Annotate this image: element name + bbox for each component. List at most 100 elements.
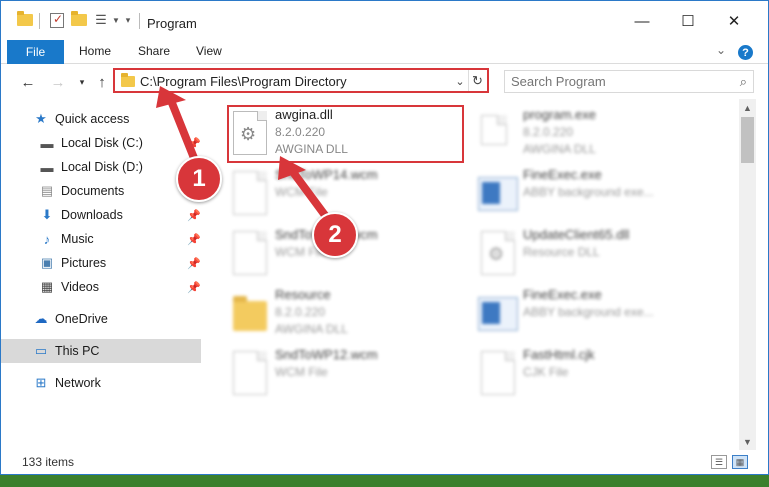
- divider: [139, 13, 140, 29]
- sidebar-item-videos[interactable]: ▦ Videos 📌: [1, 275, 201, 299]
- pictures-icon: ▣: [40, 255, 54, 270]
- search-input[interactable]: [511, 71, 711, 92]
- exe-file-icon: [478, 111, 518, 157]
- sidebar-item-onedrive[interactable]: ☁ OneDrive: [1, 307, 201, 331]
- file-version: 8.2.0.220: [523, 125, 574, 139]
- minimize-button[interactable]: —: [619, 7, 665, 35]
- file-description: ABBY background exe...: [523, 305, 654, 319]
- file-tile[interactable]: program.exe 8.2.0.220 AWGINA DLL: [476, 105, 716, 161]
- file-tile[interactable]: SndToWP12.wcm WCM File: [228, 345, 468, 401]
- customize-icon[interactable]: ☰: [93, 11, 109, 29]
- videos-icon: ▦: [40, 279, 54, 294]
- address-path[interactable]: C:\Program Files\Program Directory: [140, 74, 347, 89]
- sidebar-item-local-disk-c[interactable]: ▬ Local Disk (C:) 📌: [1, 131, 201, 155]
- properties-icon[interactable]: [48, 11, 66, 29]
- expand-ribbon-icon[interactable]: ⌄: [716, 43, 726, 57]
- music-icon: ♪: [43, 231, 51, 247]
- step-1-badge: 1: [176, 156, 222, 202]
- tab-view[interactable]: View: [196, 44, 222, 58]
- file-description: Resource DLL: [523, 245, 600, 259]
- chevron-down-icon[interactable]: ▼: [111, 11, 121, 29]
- sidebar-item-label: Downloads: [61, 208, 123, 222]
- help-icon[interactable]: ?: [738, 45, 753, 60]
- address-bar[interactable]: C:\Program Files\Program Directory ⌄ ↻: [113, 68, 489, 93]
- up-button[interactable]: ↑: [91, 71, 113, 93]
- new-folder-icon[interactable]: [71, 11, 87, 29]
- forward-button[interactable]: →: [47, 71, 69, 93]
- chevron-down-icon[interactable]: ⌄: [452, 72, 468, 90]
- exe-file-icon: [478, 171, 518, 217]
- file-name: FineExec.exe: [523, 167, 602, 182]
- maximize-button[interactable]: ☐: [665, 7, 711, 35]
- pin-icon: 📌: [187, 137, 201, 150]
- folder-icon: [230, 291, 270, 337]
- tab-home[interactable]: Home: [79, 44, 111, 58]
- tab-share[interactable]: Share: [138, 44, 170, 58]
- file-tile[interactable]: FineExec.exe ABBY background exe...: [476, 285, 716, 341]
- window-title: Program: [147, 16, 197, 31]
- refresh-icon[interactable]: ↻: [468, 70, 486, 91]
- recent-locations-icon[interactable]: ▾: [71, 71, 93, 93]
- navigation-bar: ← → ▾ ↑ C:\Program Files\Program Directo…: [1, 65, 768, 99]
- file-description: ABBY background exe...: [523, 185, 654, 199]
- sidebar-item-label: Music: [61, 232, 94, 246]
- close-button[interactable]: ✕: [711, 7, 757, 35]
- item-count: 133 items: [22, 455, 75, 469]
- pin-icon: 📌: [187, 233, 201, 246]
- file-name: FineExec.exe: [523, 287, 602, 302]
- file-description: AWGINA DLL: [275, 322, 348, 336]
- sidebar-item-label: OneDrive: [55, 312, 108, 326]
- star-icon: ★: [35, 111, 47, 126]
- file-name: UpdateClient65.dll: [523, 227, 630, 242]
- file-description: AWGINA DLL: [523, 142, 596, 156]
- scroll-down-icon[interactable]: ▼: [739, 433, 756, 450]
- folder-icon: [17, 11, 33, 29]
- details-view-icon[interactable]: ☰: [711, 455, 727, 469]
- drive-icon: ▬: [40, 135, 54, 151]
- vertical-scrollbar[interactable]: ▲ ▼: [739, 99, 756, 450]
- explorer-window: ☰ ▼ ▾ Program — ☐ ✕ File Home Share View…: [0, 0, 769, 475]
- document-file-icon: [478, 351, 518, 397]
- sidebar-item-quick-access[interactable]: ★ Quick access: [1, 107, 201, 131]
- tab-file[interactable]: File: [7, 40, 64, 64]
- file-tile[interactable]: FineExec.exe ABBY background exe...: [476, 165, 716, 221]
- file-tile[interactable]: Resource 8.2.0.220 AWGINA DLL: [228, 285, 468, 341]
- pin-icon: 📌: [187, 257, 201, 270]
- search-icon[interactable]: ⌕: [740, 74, 747, 90]
- folder-icon: [121, 73, 135, 87]
- tiles-view-icon[interactable]: ▦: [732, 455, 748, 469]
- sidebar-item-label: Local Disk (C:): [61, 136, 143, 150]
- title-bar: ☰ ▼ ▾ Program — ☐ ✕: [1, 1, 768, 38]
- documents-icon: ▤: [40, 183, 54, 198]
- search-box[interactable]: ⌕: [504, 70, 754, 93]
- sidebar-item-music[interactable]: ♪ Music 📌: [1, 227, 201, 251]
- document-file-icon: [230, 231, 270, 277]
- file-type: WCM File: [275, 365, 328, 379]
- file-name: SndToWP12.wcm: [275, 347, 378, 362]
- sidebar-item-pictures[interactable]: ▣ Pictures 📌: [1, 251, 201, 275]
- navigation-pane: ★ Quick access ▬ Local Disk (C:) 📌 ▬ Loc…: [1, 99, 206, 450]
- sidebar-item-documents[interactable]: ▤ Documents: [1, 179, 201, 203]
- download-icon: ⬇: [41, 207, 53, 222]
- sidebar-item-downloads[interactable]: ⬇ Downloads 📌: [1, 203, 201, 227]
- pin-icon: 📌: [187, 209, 201, 222]
- dll-file-icon: ⚙: [478, 231, 518, 277]
- sidebar-item-label: Videos: [61, 280, 99, 294]
- sidebar-item-label: Local Disk (D:): [61, 160, 143, 174]
- file-name: program.exe: [523, 107, 596, 122]
- sidebar-item-local-disk-d[interactable]: ▬ Local Disk (D:): [1, 155, 201, 179]
- file-tile[interactable]: ⚙ UpdateClient65.dll Resource DLL: [476, 225, 716, 281]
- divider: [39, 13, 40, 29]
- sidebar-item-label: Network: [55, 376, 101, 390]
- exe-file-icon: [478, 291, 518, 337]
- scroll-thumb[interactable]: [741, 117, 754, 163]
- file-type: CJK File: [523, 365, 569, 379]
- qat-dropdown-icon[interactable]: ▾: [123, 11, 133, 29]
- sidebar-item-this-pc[interactable]: ▭ This PC: [1, 339, 201, 363]
- scroll-up-icon[interactable]: ▲: [739, 99, 756, 116]
- back-button[interactable]: ←: [17, 71, 39, 93]
- file-tile[interactable]: SndToWP14.wcm WCM File: [228, 165, 468, 221]
- sidebar-item-network[interactable]: ⊞ Network: [1, 371, 201, 395]
- computer-icon: ▭: [34, 343, 48, 358]
- file-tile[interactable]: FastHtml.cjk CJK File: [476, 345, 716, 401]
